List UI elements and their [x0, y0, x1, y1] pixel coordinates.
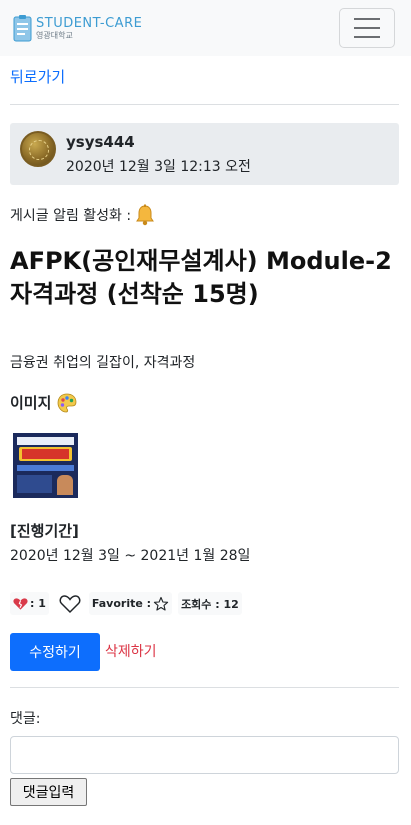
- image-section-label: 이미지: [10, 392, 77, 413]
- navbar: STUDENT-CARE 영광대학교: [0, 0, 411, 56]
- likes-count: : 1: [30, 597, 46, 610]
- back-link[interactable]: 뒤로가기: [10, 66, 65, 87]
- heart-outline-icon[interactable]: [59, 594, 81, 614]
- post-image-thumbnail[interactable]: [13, 433, 78, 498]
- image-label: 이미지: [10, 394, 52, 412]
- notification-toggle-row: 게시글 알림 활성화 :: [10, 204, 155, 226]
- avatar: [20, 131, 56, 167]
- bell-icon[interactable]: [135, 204, 155, 226]
- brand-logo[interactable]: STUDENT-CARE 영광대학교: [13, 13, 142, 43]
- period-value: 2020년 12월 3일 ~ 2021년 1월 28일: [10, 548, 251, 564]
- post-stats: : 1 Favorite : 조회수 : 12: [10, 592, 242, 615]
- student-card-icon: [13, 15, 32, 42]
- likes-count-badge: : 1: [10, 592, 49, 615]
- post-title: AFPK(공인재무설계사) Module-2 자격과정 (선착순 15명): [10, 247, 392, 308]
- edit-button[interactable]: 수정하기: [10, 633, 100, 671]
- hamburger-menu-icon[interactable]: [339, 8, 395, 48]
- comment-submit-button[interactable]: 댓글입력: [10, 778, 87, 806]
- delete-link[interactable]: 삭제하기: [105, 641, 157, 661]
- post-date: 2020년 12월 3일 12:13 오전: [66, 159, 251, 175]
- divider: [10, 687, 399, 688]
- broken-heart-icon: [13, 597, 28, 610]
- star-outline-icon[interactable]: [153, 596, 169, 612]
- brand-subtitle: 영광대학교: [36, 30, 73, 40]
- author-name: ysys444: [66, 133, 135, 151]
- divider: [10, 104, 399, 105]
- brand-name: STUDENT-CARE: [36, 15, 143, 31]
- post-subtitle: 금융권 취업의 길잡이, 자격과정: [10, 355, 196, 371]
- palette-icon: [58, 393, 77, 412]
- views-badge: 조회수 : 12: [178, 592, 242, 615]
- comment-input[interactable]: [10, 736, 399, 774]
- favorite-label: Favorite :: [91, 597, 152, 610]
- comment-label: 댓글:: [10, 711, 41, 727]
- author-box: ysys444 2020년 12월 3일 12:13 오전: [10, 123, 399, 185]
- notification-label: 게시글 알림 활성화 :: [10, 208, 132, 224]
- favorite-badge: Favorite :: [88, 592, 173, 615]
- views-count: 조회수 : 12: [181, 597, 239, 611]
- period-label: [진행기간]: [10, 522, 79, 540]
